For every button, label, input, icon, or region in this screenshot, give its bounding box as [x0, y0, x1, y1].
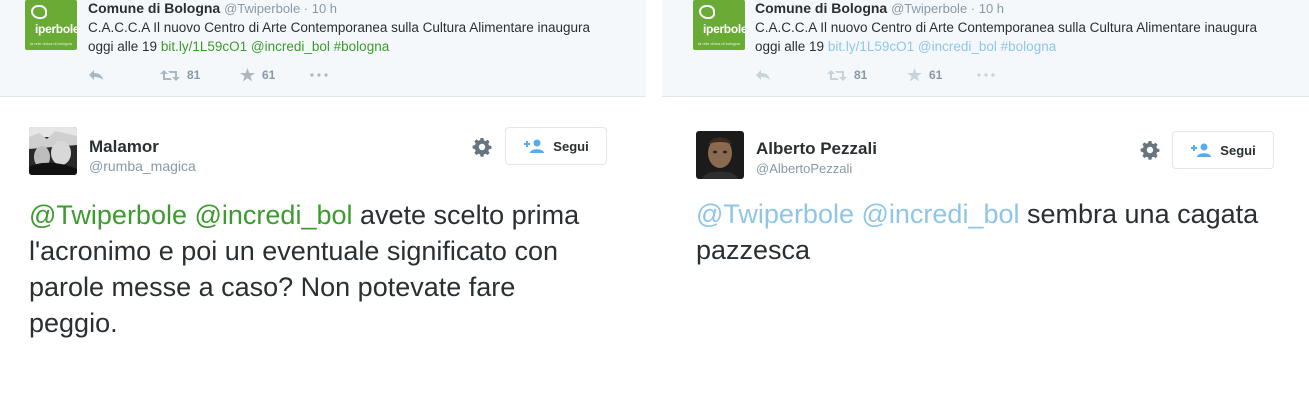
iperbole-logo-icon[interactable]: iperbole la rete civica di bologna	[693, 0, 745, 50]
favorite-count: 61	[929, 68, 943, 82]
retweet-count: 81	[854, 68, 868, 82]
context-actions: 81 61	[755, 66, 995, 84]
context-author-name[interactable]: Comune di Bologna	[755, 0, 887, 16]
context-author-name[interactable]: Comune di Bologna	[88, 0, 220, 16]
context-hashtag[interactable]: #bologna	[1001, 39, 1057, 54]
author-avatar[interactable]	[696, 131, 744, 179]
author-name[interactable]: Alberto Pezzali	[756, 139, 877, 159]
follow-button[interactable]: Segui	[505, 127, 607, 165]
tweet-mention[interactable]: @Twiperbole	[696, 199, 854, 229]
retweet-count: 81	[187, 68, 201, 82]
tweet-mention[interactable]: @incredi_bol	[195, 200, 353, 230]
context-link[interactable]: bit.ly/1L59cO1	[161, 39, 247, 54]
context-mention[interactable]: @incredi_bol	[251, 39, 330, 54]
follow-label: Segui	[553, 138, 589, 154]
iperbole-logo-icon[interactable]: iperbole la rete civica di bologna	[25, 0, 77, 50]
author-handle[interactable]: @rumba_magica	[89, 158, 196, 174]
avatar-logo-text: iperbole	[703, 22, 745, 36]
tweet-text: @Twiperbole @incredi_bol sembra una caga…	[696, 196, 1276, 268]
more-dots-icon	[977, 73, 995, 77]
tweet-panel-left: iperbole la rete civica di bologna Comun…	[0, 0, 646, 409]
follow-label: Segui	[1220, 142, 1256, 158]
more-button[interactable]	[977, 73, 995, 77]
quoted-context-tweet: iperbole la rete civica di bologna Comun…	[662, 0, 1309, 97]
tweet-mention[interactable]: @incredi_bol	[862, 199, 1020, 229]
context-header: Comune di Bologna @Twiperbole · 10 h	[755, 0, 1004, 17]
favorite-button[interactable]: 61	[907, 68, 977, 82]
reply-button[interactable]	[755, 69, 827, 81]
favorite-count: 61	[262, 68, 276, 82]
add-user-icon	[524, 139, 545, 153]
author-avatar[interactable]	[29, 127, 77, 175]
tweet-text: @Twiperbole @incredi_bol avete scelto pr…	[29, 197, 609, 341]
retweet-button[interactable]: 81	[160, 68, 240, 82]
reply-icon	[756, 70, 770, 80]
retweet-button[interactable]: 81	[827, 68, 907, 82]
more-button[interactable]	[310, 73, 328, 77]
favorite-button[interactable]: 61	[240, 68, 310, 82]
more-dots-icon	[310, 73, 328, 77]
context-author-meta: @Twiperbole · 10 h	[224, 1, 338, 16]
reply-icon	[89, 70, 103, 80]
retweet-icon	[827, 69, 847, 81]
context-author-meta: @Twiperbole · 10 h	[891, 1, 1005, 16]
author-name[interactable]: Malamor	[89, 137, 159, 157]
gear-icon[interactable]	[472, 137, 492, 157]
context-link[interactable]: bit.ly/1L59cO1	[828, 39, 914, 54]
gear-icon[interactable]	[1140, 140, 1160, 160]
avatar-logo-subtext: la rete civica di bologna	[30, 41, 72, 46]
context-header: Comune di Bologna @Twiperbole · 10 h	[88, 0, 337, 17]
star-icon	[240, 68, 255, 82]
tweet-mention[interactable]: @Twiperbole	[29, 200, 187, 230]
star-icon	[907, 68, 922, 82]
avatar-logo-text: iperbole	[35, 22, 77, 36]
context-tweet-text: C.A.C.C.A Il nuovo Centro di Arte Contem…	[88, 18, 608, 56]
retweet-icon	[160, 69, 180, 81]
context-hashtag[interactable]: #bologna	[334, 39, 390, 54]
add-user-icon	[1191, 143, 1212, 157]
context-mention[interactable]: @incredi_bol	[918, 39, 997, 54]
quoted-context-tweet: iperbole la rete civica di bologna Comun…	[0, 0, 646, 97]
tweet-panel-right: iperbole la rete civica di bologna Comun…	[646, 0, 1309, 409]
reply-button[interactable]	[88, 69, 160, 81]
context-actions: 81 61	[88, 66, 328, 84]
avatar-logo-subtext: la rete civica di bologna	[698, 41, 740, 46]
follow-button[interactable]: Segui	[1172, 131, 1274, 169]
context-tweet-text: C.A.C.C.A Il nuovo Centro di Arte Contem…	[755, 18, 1275, 56]
screenshot-panels: iperbole la rete civica di bologna Comun…	[0, 0, 1309, 409]
author-handle[interactable]: @AlbertoPezzali	[756, 161, 852, 176]
